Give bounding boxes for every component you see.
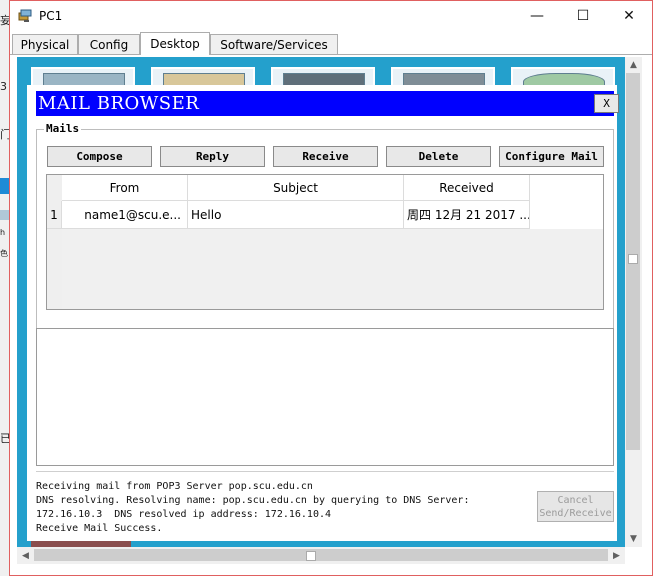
mail-preview-pane[interactable] xyxy=(36,328,614,466)
mail-list-table: From Subject Received 1 name1@scu.e... H… xyxy=(46,174,604,310)
background-text: 色 xyxy=(0,249,8,258)
tab-bar: Physical Config Desktop Software/Service… xyxy=(10,32,652,55)
background-highlight xyxy=(0,210,9,220)
status-line: Receiving mail from POP3 Server pop.scu.… xyxy=(36,481,313,492)
mail-browser-title: MAIL BROWSER xyxy=(38,93,200,114)
network-pc-icon xyxy=(18,9,32,22)
background-text: h xyxy=(0,228,6,237)
tab-software-services[interactable]: Software/Services xyxy=(210,34,338,54)
table-cell-subject[interactable]: Hello xyxy=(188,201,404,229)
status-line: 172.16.10.3 DNS resolved ip address: 172… xyxy=(36,509,332,520)
table-empty-area xyxy=(62,229,603,309)
minimize-button[interactable]: — xyxy=(514,1,560,31)
background-window-strip: 妄 3 门 h 色 已 xyxy=(0,0,11,576)
status-log: Receiving mail from POP3 Server pop.scu.… xyxy=(36,471,614,542)
column-header-subject[interactable]: Subject xyxy=(188,175,404,201)
scroll-grip-icon xyxy=(628,254,638,264)
status-line: Receive Mail Success. xyxy=(36,523,163,534)
table-cell-received[interactable]: 周四 12月 21 2017 ... xyxy=(404,201,530,229)
cancel-send-receive-button[interactable]: Cancel Send/Receive xyxy=(537,491,614,522)
column-header-from[interactable]: From xyxy=(62,175,188,201)
minimize-icon: — xyxy=(530,8,544,24)
column-header-received[interactable]: Received xyxy=(404,175,530,201)
pc1-window: PC1 — ☐ ✕ Physical Config Desktop Softwa… xyxy=(9,0,653,576)
receive-button[interactable]: Receive xyxy=(273,146,378,167)
close-button[interactable]: ✕ xyxy=(606,1,652,31)
table-cell-from[interactable]: name1@scu.e... xyxy=(62,201,188,229)
mail-browser: MAIL BROWSER X Mails Compose Reply Recei… xyxy=(27,85,619,542)
cancel-button-label: Send/Receive xyxy=(539,508,612,519)
scroll-right-icon[interactable]: ▶ xyxy=(608,547,625,564)
configure-mail-button[interactable]: Configure Mail xyxy=(499,146,604,167)
tab-config[interactable]: Config xyxy=(78,34,140,54)
maximize-icon: ☐ xyxy=(576,8,590,24)
tab-desktop[interactable]: Desktop xyxy=(140,32,210,55)
scroll-left-icon[interactable]: ◀ xyxy=(17,547,34,564)
row-number: 1 xyxy=(47,201,62,229)
background-highlight xyxy=(0,178,9,194)
mail-close-button[interactable]: X xyxy=(594,94,619,113)
cancel-button-label: Cancel xyxy=(557,495,594,506)
horizontal-scroll-thumb[interactable] xyxy=(34,549,608,561)
delete-button[interactable]: Delete xyxy=(386,146,491,167)
window-title: PC1 xyxy=(39,9,63,23)
scroll-grip-icon xyxy=(306,551,316,561)
maximize-button[interactable]: ☐ xyxy=(560,1,606,31)
status-line: DNS resolving. Resolving name: pop.scu.e… xyxy=(36,495,470,506)
compose-button[interactable]: Compose xyxy=(47,146,152,167)
scroll-down-icon[interactable]: ▼ xyxy=(625,531,642,547)
mail-browser-title-bar: MAIL BROWSER X xyxy=(36,91,619,116)
mails-group-label: Mails xyxy=(44,122,82,135)
close-icon: ✕ xyxy=(623,8,635,24)
tab-physical[interactable]: Physical xyxy=(12,34,78,54)
row-number-column xyxy=(47,175,62,309)
title-bar[interactable]: PC1 — ☐ ✕ xyxy=(10,1,652,32)
background-text: 3 xyxy=(0,80,7,93)
reply-button[interactable]: Reply xyxy=(160,146,265,167)
scroll-up-icon[interactable]: ▲ xyxy=(625,57,642,73)
